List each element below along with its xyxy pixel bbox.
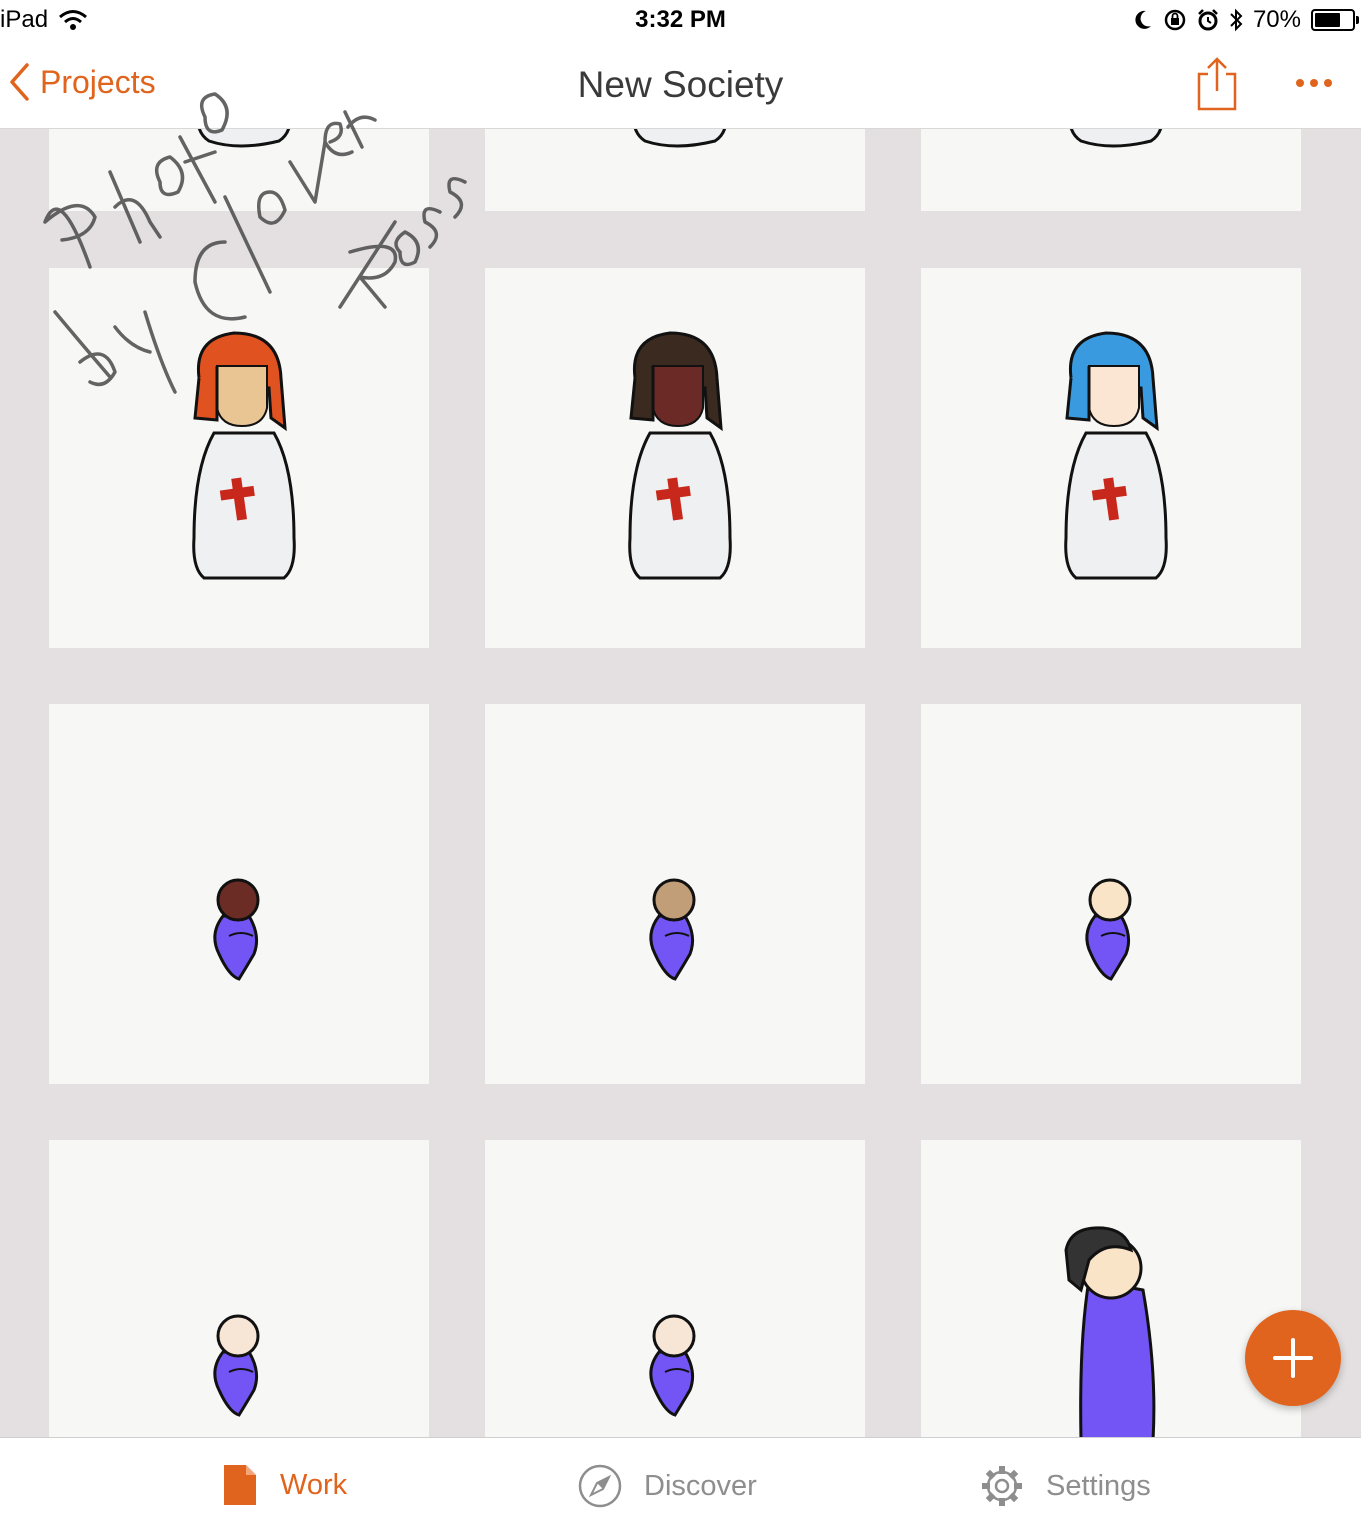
project-tile[interactable] <box>49 129 429 211</box>
document-icon <box>224 1465 256 1505</box>
project-tile[interactable] <box>485 1140 865 1437</box>
gear-icon <box>982 1466 1022 1506</box>
tab-discover-label: Discover <box>644 1469 757 1502</box>
robe-partial-illustration <box>1069 129 1163 148</box>
tab-discover[interactable]: Discover <box>578 1464 757 1508</box>
project-tile[interactable] <box>49 268 429 648</box>
baby-illustration <box>1085 878 1132 981</box>
baby-illustration <box>213 1314 260 1417</box>
project-tile[interactable] <box>921 704 1301 1084</box>
priestess-illustration <box>1064 331 1168 580</box>
project-tile[interactable] <box>49 1140 429 1437</box>
alarm-icon <box>1198 9 1218 31</box>
tab-work-label: Work <box>280 1468 348 1501</box>
compass-icon <box>578 1464 622 1508</box>
moon-icon <box>1135 10 1151 29</box>
tab-settings[interactable]: Settings <box>980 1464 1151 1508</box>
priestess-illustration <box>628 331 732 580</box>
share-icon[interactable] <box>1192 56 1242 112</box>
project-tile[interactable] <box>485 704 865 1084</box>
page-title: New Society <box>577 64 784 105</box>
robe-partial-illustration <box>633 129 727 148</box>
project-tile[interactable] <box>921 268 1301 648</box>
status-bar: iPad 3:32 PM 70% <box>0 0 1361 42</box>
project-tile[interactable] <box>49 704 429 1084</box>
project-tile[interactable] <box>485 268 865 648</box>
tab-bar: Work Discover Settings <box>0 1437 1361 1537</box>
more-icon[interactable] <box>1294 76 1334 90</box>
project-tile[interactable] <box>485 129 865 211</box>
project-grid <box>0 129 1361 1437</box>
orientation-lock-icon <box>1164 9 1186 31</box>
adult-illustration <box>1064 1226 1156 1437</box>
battery-percent: 70% <box>1252 6 1301 33</box>
tab-work[interactable]: Work <box>222 1464 347 1506</box>
priestess-illustration <box>192 331 296 580</box>
plus-icon <box>1273 1338 1313 1378</box>
bluetooth-icon <box>1230 8 1243 32</box>
baby-illustration <box>213 878 260 981</box>
project-tile[interactable] <box>921 1140 1301 1437</box>
project-tile[interactable] <box>921 129 1301 211</box>
navigation-bar: Projects New Society <box>0 42 1361 129</box>
status-right: 70% <box>1133 6 1359 34</box>
baby-illustration <box>649 1314 696 1417</box>
battery-icon <box>1311 9 1359 31</box>
baby-illustration <box>649 878 696 981</box>
tab-settings-label: Settings <box>1046 1469 1151 1502</box>
robe-partial-illustration <box>197 129 291 148</box>
add-button[interactable] <box>1245 1310 1341 1406</box>
